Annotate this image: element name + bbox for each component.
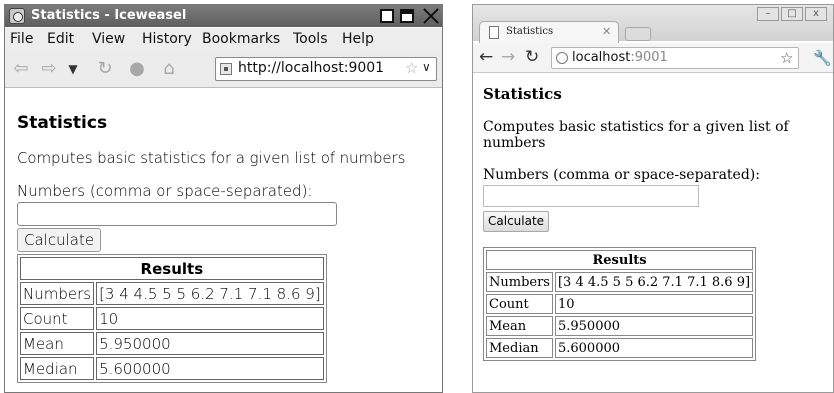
menu-bookmarks[interactable]: Bookmarks — [202, 31, 280, 47]
table-row: Median 5.600000 — [20, 357, 324, 380]
forward-arrow-icon[interactable]: ⇨ — [39, 59, 59, 79]
new-tab-button[interactable] — [625, 27, 651, 41]
row-value: 5.950000 — [554, 316, 754, 336]
menu-file[interactable]: File — [10, 31, 33, 47]
results-table: Results Numbers [3 4 4.5 5 5 6.2 7.1 7.1… — [17, 254, 327, 383]
maximize-button[interactable] — [400, 9, 414, 23]
table-row: Numbers [3 4 4.5 5 5 6.2 7.1 7.1 8.6 9] — [486, 272, 754, 292]
results-header: Results — [20, 257, 324, 280]
tab-title: Statistics — [506, 26, 554, 37]
close-icon[interactable]: ✕ — [602, 25, 611, 38]
numbers-input[interactable] — [17, 202, 337, 226]
reload-icon[interactable]: ↻ — [525, 48, 539, 66]
table-row: Count 10 — [20, 307, 324, 330]
row-value: [3 4 4.5 5 5 6.2 7.1 7.1 8.6 9] — [96, 282, 324, 305]
page-content: Statistics Computes basic statistics for… — [483, 85, 828, 361]
row-label: Numbers — [486, 272, 553, 292]
minimize-button[interactable]: – — [757, 7, 779, 21]
url-bar[interactable]: http://localhost:9001 ☆ ∨ — [215, 57, 437, 81]
forward-arrow-icon[interactable]: → — [501, 48, 515, 66]
table-row: Median 5.600000 — [486, 338, 754, 358]
row-label: Mean — [20, 332, 95, 355]
close-button[interactable] — [422, 7, 440, 25]
row-value: [3 4 4.5 5 5 6.2 7.1 7.1 8.6 9] — [554, 272, 754, 292]
url-text[interactable]: http://localhost:9001 — [238, 60, 384, 76]
page-description: Computes basic statistics for a given li… — [483, 119, 789, 151]
row-value: 5.950000 — [96, 332, 324, 355]
minimize-button[interactable] — [380, 9, 394, 23]
chevron-down-icon[interactable]: ∨ — [422, 60, 431, 74]
row-label: Mean — [486, 316, 553, 336]
numbers-input[interactable] — [483, 185, 699, 207]
menu-bar: File Edit View History Bookmarks Tools H… — [5, 28, 442, 50]
iceweasel-window: Statistics - Iceweasel File Edit View Hi… — [4, 4, 443, 393]
tab-statistics[interactable]: Statistics ✕ — [479, 21, 619, 43]
page-description: Computes basic statistics for a given li… — [17, 149, 406, 167]
menu-view[interactable]: View — [92, 31, 125, 47]
star-icon[interactable]: ☆ — [405, 59, 418, 77]
page-title: Statistics — [483, 85, 562, 103]
menu-tools[interactable]: Tools — [293, 31, 328, 47]
url-port: :9001 — [630, 50, 668, 65]
omnibox[interactable]: localhost:9001 ☆ — [551, 47, 799, 69]
reload-icon[interactable]: ↻ — [95, 59, 115, 79]
row-label: Count — [20, 307, 95, 330]
navigation-toolbar: ⇦ ⇨ ▼ ↻ ● ⌂ http://localhost:9001 ☆ ∨ — [5, 50, 442, 88]
row-label: Median — [486, 338, 553, 358]
table-row: Mean 5.950000 — [20, 332, 324, 355]
row-label: Numbers — [20, 282, 95, 305]
row-value: 10 — [96, 307, 324, 330]
browser-toolbar: ← → ↻ localhost:9001 ☆ 🔧 — [473, 43, 833, 73]
results-header: Results — [486, 250, 754, 270]
back-arrow-icon[interactable]: ⇦ — [11, 59, 31, 79]
wrench-icon[interactable]: 🔧 — [813, 49, 832, 67]
menu-help[interactable]: Help — [342, 31, 374, 47]
url-host: localhost — [572, 50, 631, 65]
table-row: Count 10 — [486, 294, 754, 314]
table-row: Mean 5.950000 — [486, 316, 754, 336]
calculate-button[interactable]: Calculate — [483, 211, 550, 232]
back-arrow-icon[interactable]: ← — [479, 48, 493, 66]
row-label: Median — [20, 357, 95, 380]
table-row: Numbers [3 4 4.5 5 5 6.2 7.1 7.1 8.6 9] — [20, 282, 324, 305]
tab-strip: Statistics ✕ – □ x — [473, 5, 833, 43]
row-label: Count — [486, 294, 553, 314]
calculate-button[interactable]: Calculate — [17, 228, 102, 252]
window-title: Statistics - Iceweasel — [31, 8, 187, 23]
menu-history[interactable]: History — [142, 31, 192, 47]
globe-icon — [556, 52, 568, 64]
title-bar: Statistics - Iceweasel — [5, 5, 442, 27]
page-content: Statistics Computes basic statistics for… — [17, 113, 437, 383]
menu-edit[interactable]: Edit — [47, 31, 74, 47]
page-icon — [489, 26, 499, 39]
home-icon[interactable]: ⌂ — [159, 59, 179, 79]
star-icon[interactable]: ☆ — [780, 49, 793, 67]
row-value: 5.600000 — [554, 338, 754, 358]
page-title: Statistics — [17, 113, 108, 133]
history-dropdown-icon[interactable]: ▼ — [63, 59, 83, 79]
app-icon[interactable] — [9, 8, 25, 24]
numbers-label: Numbers (comma or space-separated): — [483, 167, 760, 183]
row-value: 5.600000 — [96, 357, 324, 380]
close-button[interactable]: x — [805, 7, 827, 21]
numbers-label: Numbers (comma or space-separated): — [17, 182, 313, 200]
maximize-button[interactable]: □ — [781, 7, 803, 21]
url-text[interactable]: localhost:9001 — [572, 50, 668, 65]
stop-icon[interactable]: ● — [127, 59, 147, 79]
results-table: Results Numbers [3 4 4.5 5 5 6.2 7.1 7.1… — [483, 247, 757, 361]
row-value: 10 — [554, 294, 754, 314]
site-identity-icon[interactable] — [220, 63, 232, 75]
chrome-window: Statistics ✕ – □ x ← → ↻ localhost:9001 … — [472, 4, 834, 393]
